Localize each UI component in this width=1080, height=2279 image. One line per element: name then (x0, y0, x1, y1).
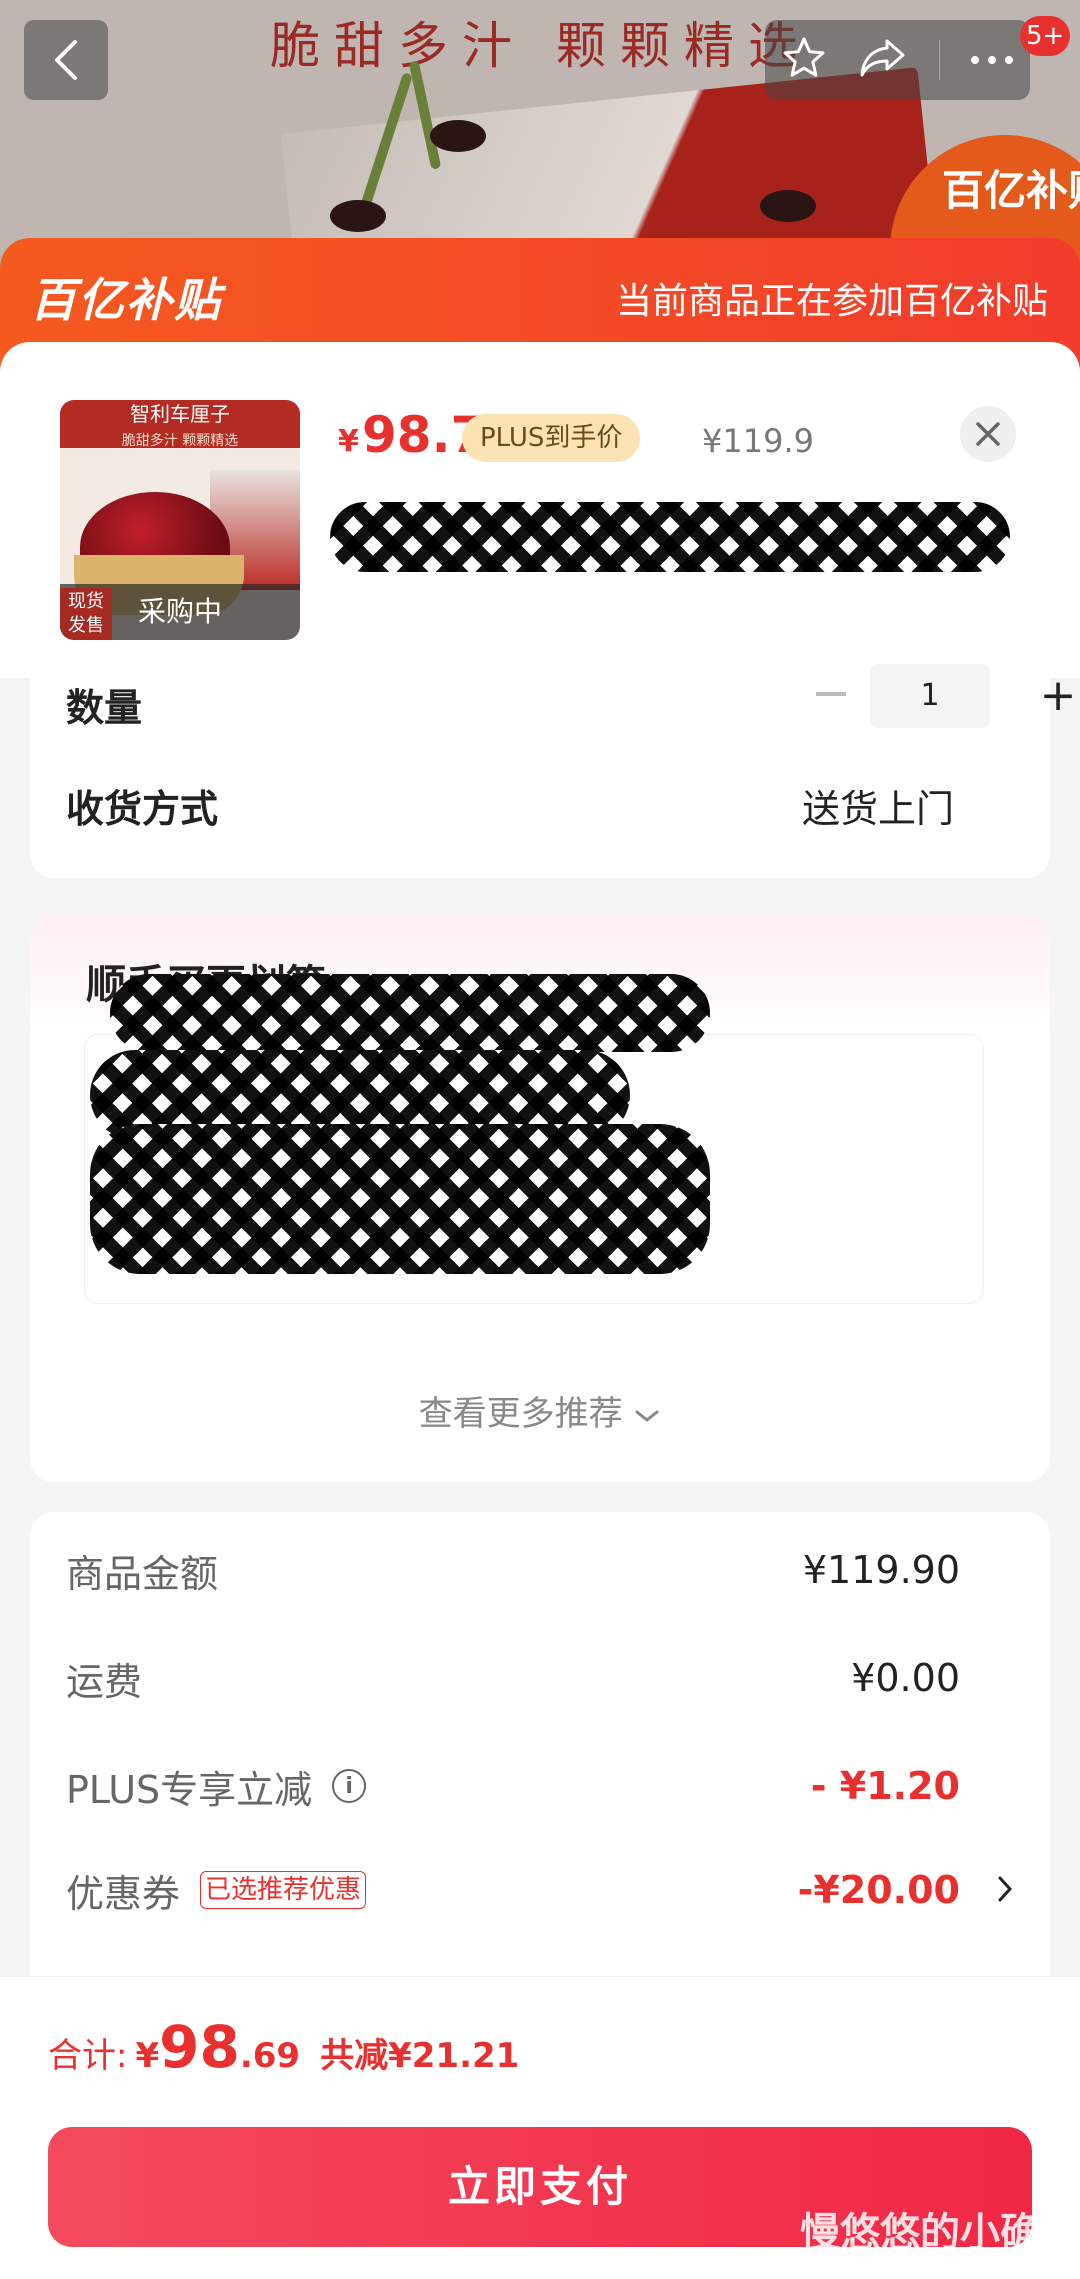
coupon-label: 优惠券 已选推荐优惠 (66, 1863, 367, 1918)
quantity-input[interactable]: 1 (870, 664, 990, 728)
subsidy-notice: 当前商品正在参加百亿补贴 (615, 281, 1048, 322)
cherry-decoration (760, 190, 816, 222)
more-recommendations-link[interactable]: 查看更多推荐 (30, 1386, 1050, 1435)
total-currency: ¥ (135, 2036, 160, 2076)
chevron-down-icon (635, 1410, 659, 1422)
shipping-row: 运费 ¥0.00 (66, 1648, 1014, 1708)
recommendation-card: 顺手买更划算 i 查看更多推荐 (30, 914, 1050, 1482)
price-currency: ¥ (338, 424, 359, 459)
shipping-label: 运费 (66, 1659, 143, 1704)
message-count-badge: 5+ (1020, 16, 1071, 56)
coupon-label-text: 优惠券 (66, 1871, 181, 1916)
checkout-sheet: 智利车厘子 脆甜多汁 颗颗精选 采购中 现货发售 ¥ 98.7 PLUS到手价 … (0, 342, 1080, 1982)
thumbnail-subtitle: 脆甜多汁 颗颗精选 (121, 433, 239, 449)
more-icon[interactable] (969, 51, 1015, 70)
delivery-row[interactable]: 收货方式 送货上门 (66, 770, 1014, 840)
plus-discount-value: - ¥1.20 (810, 1764, 960, 1808)
original-price: ¥119.9 (702, 422, 814, 460)
coupon-tag: 已选推荐优惠 (200, 1871, 367, 1909)
cherry-decoration (430, 120, 486, 152)
thumbnail-title: 智利车厘子 脆甜多汁 颗颗精选 (60, 400, 300, 449)
redacted-recommendation (110, 974, 710, 1052)
fee-breakdown-card: 商品金额 ¥119.90 运费 ¥0.00 PLUS专享立减 i - ¥1.20… (30, 1512, 1050, 1982)
product-thumbnail[interactable]: 智利车厘子 脆甜多汁 颗颗精选 采购中 现货发售 (60, 400, 300, 640)
more-recommendations-text: 查看更多推荐 (418, 1394, 623, 1434)
goods-amount-label: 商品金额 (66, 1551, 219, 1596)
star-icon[interactable] (780, 34, 828, 86)
order-options-card: 数量 1 + 收货方式 送货上门 (30, 664, 1076, 878)
back-button[interactable] (24, 20, 108, 100)
goods-amount-value: ¥119.90 (802, 1548, 960, 1592)
toolbar-divider (938, 40, 940, 80)
cherry-decoration (330, 200, 386, 232)
redacted-recommendation (90, 1124, 710, 1274)
watermark-url: zhizhizhi.com (920, 2250, 1042, 2271)
order-total: 合计: ¥ 98 .69 共减¥21.21 (48, 2013, 519, 2081)
info-icon[interactable]: i (332, 1769, 367, 1803)
close-button[interactable] (960, 406, 1016, 462)
plus-discount-row: PLUS专享立减 i - ¥1.20 (66, 1756, 1014, 1816)
coupon-value: -¥20.00 (797, 1868, 960, 1912)
product-summary: 智利车厘子 脆甜多汁 颗颗精选 采购中 现货发售 ¥ 98.7 PLUS到手价 … (0, 342, 1080, 678)
goods-amount-row: 商品金额 ¥119.90 (66, 1540, 1014, 1600)
chevron-right-icon (996, 1872, 1014, 1913)
delivery-label: 收货方式 (66, 786, 219, 831)
subsidy-logo: 百亿补贴 (30, 273, 222, 327)
quantity-row: 数量 1 + (66, 664, 1076, 734)
chevron-left-icon (55, 40, 77, 80)
thumbnail-title-text: 智利车厘子 (130, 402, 230, 426)
quantity-label: 数量 (66, 685, 143, 730)
total-decimal: .69 (239, 2036, 301, 2076)
quantity-increase-button[interactable]: + (1026, 664, 1080, 728)
shipping-value: ¥0.00 (851, 1656, 960, 1700)
share-icon[interactable] (857, 35, 909, 85)
plus-discount-label: PLUS专享立减 i (66, 1759, 367, 1814)
plus-discount-label-text: PLUS专享立减 (66, 1767, 313, 1812)
plus-price-tag: PLUS到手价 (462, 414, 641, 462)
delivery-value: 送货上门 (801, 786, 954, 831)
quantity-decrease-button[interactable] (816, 692, 846, 696)
product-slogan: 脆甜多汁 颗颗精选 (270, 17, 812, 75)
subsidy-badge-text: 百亿补贴 (942, 166, 1080, 215)
total-saving: 共减¥21.21 (320, 2036, 520, 2076)
total-integer: 98 (159, 2013, 240, 2081)
redacted-product-name (330, 502, 1010, 572)
close-icon (976, 422, 1000, 446)
coupon-row[interactable]: 优惠券 已选推荐优惠 -¥20.00 (66, 1860, 1014, 1920)
top-toolbar (765, 20, 1030, 100)
total-label: 合计: (48, 2036, 128, 2076)
spot-sale-tag: 现货发售 (60, 588, 112, 640)
